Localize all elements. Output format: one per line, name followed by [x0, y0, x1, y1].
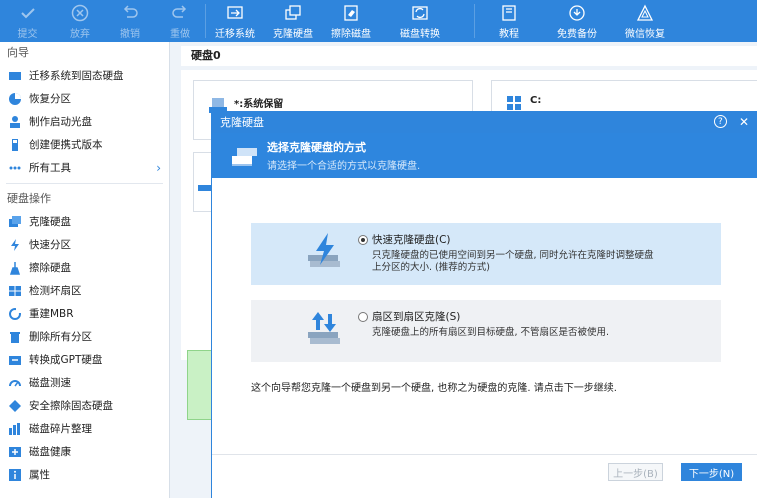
dialog-header-subtitle: 请选择一个合适的方式以克隆硬盘.	[267, 161, 421, 172]
grid-icon	[8, 284, 22, 298]
option-sector-clone-desc: 克隆硬盘上的所有扇区到目标硬盘, 不管扇区是否被使用.	[372, 327, 610, 338]
option-sector-clone[interactable]: 扇区到扇区克隆(S) 克隆硬盘上的所有扇区到目标硬盘, 不管扇区是否被使用.	[251, 300, 721, 362]
eraser-icon	[341, 3, 361, 23]
check-icon	[18, 3, 38, 23]
sidebar-item-disk-speed[interactable]: 磁盘测速	[0, 371, 169, 394]
partition-label: *:系统保留	[234, 99, 284, 110]
wipe-disk-button[interactable]: 擦除磁盘	[322, 0, 380, 42]
sidebar-item-rebuild-mbr[interactable]: 重建MBR	[0, 302, 169, 325]
pie-icon	[8, 92, 22, 106]
option-quick-clone[interactable]: 快速克隆硬盘(C) 只克隆硬盘的已使用空间到另一个硬盘, 同时允许在克隆时调整硬…	[251, 223, 721, 285]
sidebar-item-portable-version[interactable]: 创建便携式版本	[0, 133, 169, 156]
dialog-header: 选择克隆硬盘的方式 请选择一个合适的方式以克隆硬盘.	[212, 133, 757, 178]
sidebar-item-properties[interactable]: 属性	[0, 463, 169, 486]
option-quick-clone-desc: 只克隆硬盘的已使用空间到另一个硬盘, 同时允许在克隆时调整硬盘上分区的大小. (…	[372, 250, 654, 273]
person-disc-icon	[8, 115, 22, 129]
previous-button[interactable]: 上一步(B)	[608, 463, 663, 481]
refresh-icon	[8, 307, 22, 321]
redo-button[interactable]: 重做	[155, 0, 205, 42]
windows-icon	[507, 96, 521, 110]
radio-sector-clone[interactable]	[358, 311, 368, 322]
more-dots-icon	[8, 161, 22, 175]
wechat-recovery-button[interactable]: 微信恢复	[611, 0, 679, 42]
dialog-titlebar: 克隆硬盘 ? ✕	[212, 111, 757, 133]
usb-icon	[8, 138, 22, 152]
migrate-icon	[225, 3, 245, 23]
trash-icon	[8, 330, 22, 344]
next-button[interactable]: 下一步(N)	[681, 463, 742, 481]
sidebar-item-convert-gpt[interactable]: 转换成GPT硬盘	[0, 348, 169, 371]
option-sector-clone-label: 扇区到扇区克隆(S)	[372, 311, 461, 323]
sidebar-item-secure-erase-ssd[interactable]: 安全擦除固态硬盘	[0, 394, 169, 417]
chevron-right-icon: ›	[156, 160, 161, 175]
broom-icon	[8, 261, 22, 275]
dialog-footer-divider	[212, 454, 757, 455]
sidebar-item-all-tools[interactable]: 所有工具 ›	[0, 156, 169, 179]
undo-button[interactable]: 撤销	[105, 0, 155, 42]
triangle-logo-icon	[635, 3, 655, 23]
sidebar-item-bad-sector[interactable]: 检测坏扇区	[0, 279, 169, 302]
clone-disk-icon	[8, 215, 22, 229]
top-toolbar: 提交 放弃 撤销 重做 迁移系统 克隆硬盘 擦除磁盘 磁盘转换 教程 免费备份 …	[0, 0, 757, 42]
sector-clone-arrows-icon	[308, 312, 340, 344]
diamond-icon	[8, 399, 22, 413]
sidebar-item-disk-health[interactable]: 磁盘健康	[0, 440, 169, 463]
free-backup-button[interactable]: 免费备份	[543, 0, 611, 42]
left-sidebar: 向导 迁移系统到固态硬盘 恢复分区 制作启动光盘 创建便携式版本 所有工具 › 硬…	[0, 42, 170, 498]
disk-header: 硬盘0	[181, 46, 757, 66]
dialog-header-title: 选择克隆硬盘的方式	[267, 141, 366, 154]
help-icon[interactable]: ?	[713, 115, 727, 128]
book-icon	[499, 3, 519, 23]
disk-ops-section-title: 硬盘操作	[7, 192, 51, 205]
dialog-note: 这个向导帮您克隆一个硬盘到另一个硬盘, 也称之为硬盘的克隆. 请点击下一步继续.	[251, 383, 617, 394]
discard-button[interactable]: 放弃	[55, 0, 105, 42]
speed-icon	[8, 376, 22, 390]
redo-icon	[170, 3, 190, 23]
radio-quick-clone[interactable]	[358, 234, 368, 245]
bars-icon	[8, 422, 22, 436]
info-icon	[8, 468, 22, 482]
cancel-circle-icon	[70, 3, 90, 23]
option-quick-clone-label: 快速克隆硬盘(C)	[372, 234, 451, 246]
close-icon[interactable]: ✕	[739, 115, 749, 129]
migrate-os-button[interactable]: 迁移系统	[206, 0, 264, 42]
clone-disk-dialog: 克隆硬盘 ? ✕ 选择克隆硬盘的方式 请选择一个合适的方式以克隆硬盘. 快速克隆…	[211, 111, 757, 498]
tutorial-button[interactable]: 教程	[475, 0, 543, 42]
clone-disk-icon	[232, 147, 257, 166]
convert-icon	[410, 3, 430, 23]
partition-label: C:	[530, 95, 542, 106]
quick-clone-lightning-icon	[308, 233, 340, 267]
health-icon	[8, 445, 22, 459]
backup-icon	[567, 3, 587, 23]
apply-button[interactable]: 提交	[0, 0, 55, 42]
sidebar-divider	[6, 183, 163, 184]
wizard-section-title: 向导	[7, 46, 29, 59]
dialog-title: 克隆硬盘	[220, 116, 264, 129]
sidebar-item-delete-partitions[interactable]: 删除所有分区	[0, 325, 169, 348]
sidebar-item-defrag[interactable]: 磁盘碎片整理	[0, 417, 169, 440]
lightning-icon	[8, 238, 22, 252]
sidebar-item-migrate-ssd[interactable]: 迁移系统到固态硬盘	[0, 64, 169, 87]
sidebar-item-quick-partition[interactable]: 快速分区	[0, 233, 169, 256]
clone-disk-button[interactable]: 克隆硬盘	[264, 0, 322, 42]
convert-icon	[8, 353, 22, 367]
clone-disk-icon	[283, 3, 303, 23]
sidebar-item-recover-partition[interactable]: 恢复分区	[0, 87, 169, 110]
convert-disk-button[interactable]: 磁盘转换	[380, 0, 460, 42]
migrate-icon	[8, 69, 22, 83]
sidebar-item-wipe-disk[interactable]: 擦除硬盘	[0, 256, 169, 279]
sidebar-item-clone-disk[interactable]: 克隆硬盘	[0, 210, 169, 233]
undo-icon	[120, 3, 140, 23]
sidebar-item-bootable-media[interactable]: 制作启动光盘	[0, 110, 169, 133]
